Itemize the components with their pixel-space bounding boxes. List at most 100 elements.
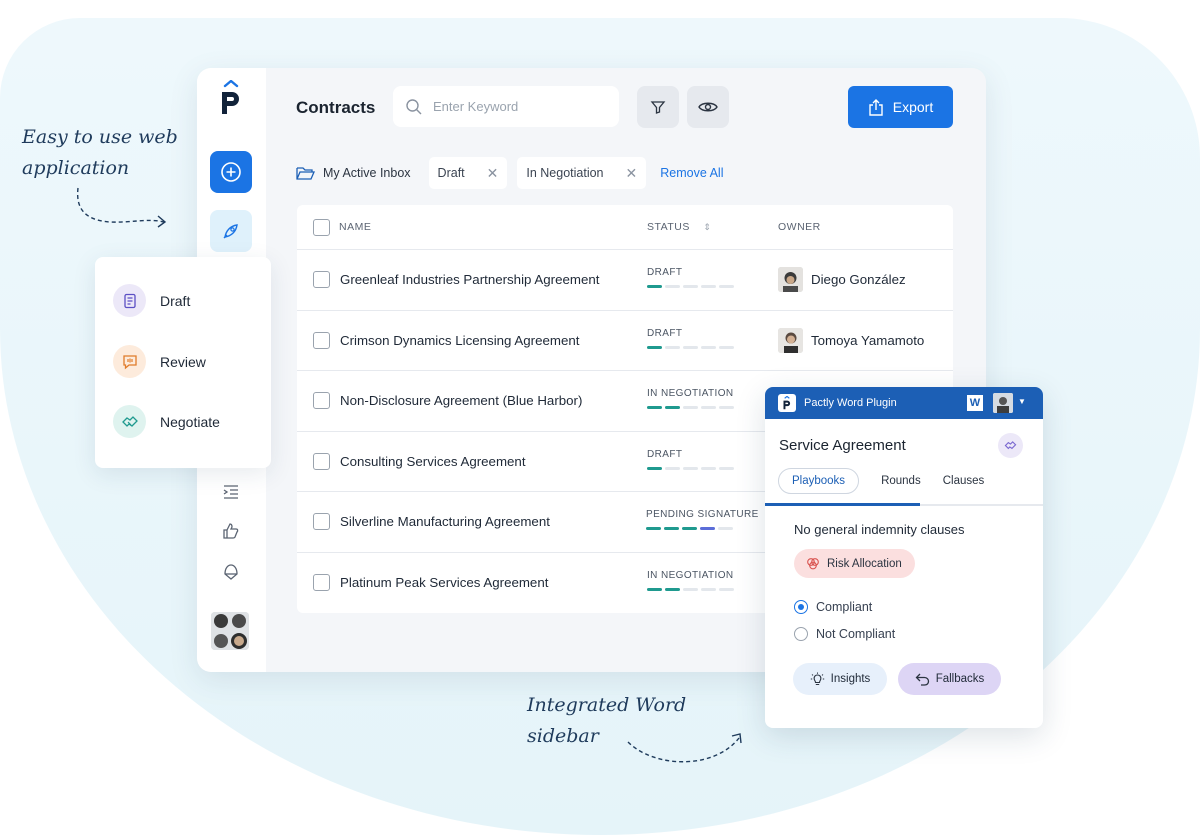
- progress-segment: [683, 587, 698, 591]
- row-checkbox[interactable]: [313, 452, 330, 470]
- progress-segment: [647, 466, 662, 470]
- menu-item-draft[interactable]: Draft: [113, 284, 190, 317]
- row-checkbox[interactable]: [313, 574, 330, 592]
- search-input[interactable]: [433, 99, 603, 114]
- option-not-compliant[interactable]: Not Compliant: [794, 627, 895, 641]
- inbox-selector[interactable]: My Active Inbox: [296, 166, 411, 181]
- progress-segment: [701, 587, 716, 591]
- filter-button[interactable]: [637, 86, 679, 128]
- plugin-header: Pactly Word Plugin W ▼: [765, 387, 1043, 419]
- contract-name[interactable]: Silverline Manufacturing Agreement: [340, 514, 550, 529]
- menu-item-label: Negotiate: [160, 413, 220, 430]
- menu-item-label: Review: [160, 353, 206, 370]
- menu-item-label: Draft: [160, 292, 191, 309]
- user-avatar[interactable]: [211, 612, 249, 650]
- table-header: NAME STATUS ⇕ OWNER: [297, 205, 953, 250]
- user-avatar[interactable]: [993, 393, 1013, 413]
- insights-button[interactable]: Insights: [793, 663, 887, 695]
- annotation-line: application: [22, 157, 130, 179]
- status-label: DRAFT: [647, 327, 683, 339]
- table-row[interactable]: Greenleaf Industries Partnership Agreeme…: [297, 250, 953, 311]
- filter-chip-in-negotiation: In Negotiation ✕: [517, 157, 647, 189]
- launch-button[interactable]: [210, 210, 252, 252]
- row-checkbox[interactable]: [313, 392, 330, 410]
- contract-name[interactable]: Platinum Peak Services Agreement: [340, 575, 548, 590]
- option-compliant[interactable]: Compliant: [794, 600, 872, 614]
- radio-button[interactable]: [794, 627, 808, 641]
- page-title: Contracts: [296, 98, 376, 117]
- select-all-checkbox[interactable]: [313, 218, 330, 236]
- close-icon[interactable]: ✕: [626, 165, 638, 182]
- menu-item-review[interactable]: Review: [113, 345, 206, 378]
- row-checkbox[interactable]: [313, 271, 330, 289]
- progress-segment: [665, 406, 680, 409]
- status-progress: [646, 527, 759, 530]
- export-label: Export: [892, 99, 934, 115]
- progress-segment: [682, 527, 697, 530]
- tab-clauses[interactable]: Clauses: [943, 475, 985, 487]
- filter-icon: [650, 101, 666, 114]
- remove-all-link[interactable]: Remove All: [660, 166, 723, 180]
- progress-segment: [683, 285, 698, 288]
- chevron-down-icon[interactable]: ▼: [1018, 397, 1026, 406]
- dashed-arrow-icon: [627, 733, 742, 763]
- status-cell: PENDING SIGNATURE: [646, 509, 759, 530]
- risk-label: Risk Allocation: [827, 557, 902, 570]
- handshake-icon: [1004, 441, 1017, 450]
- tab-rounds[interactable]: Rounds: [881, 475, 921, 487]
- menu-item-negotiate[interactable]: Negotiate: [113, 405, 220, 438]
- column-header-owner[interactable]: OWNER: [778, 221, 821, 233]
- status-progress: [647, 285, 734, 288]
- lightbulb-icon: [810, 672, 824, 685]
- progress-segment: [647, 285, 662, 288]
- close-icon[interactable]: ✕: [487, 165, 499, 182]
- status-cell: IN NEGOTIATION: [647, 388, 734, 409]
- column-header-name[interactable]: NAME: [339, 221, 371, 233]
- progress-segment: [665, 587, 680, 591]
- insights-label: Insights: [830, 673, 871, 685]
- filter-bar: My Active Inbox Draft ✕ In Negotiation ✕…: [296, 157, 723, 189]
- new-contract-button[interactable]: [210, 151, 252, 193]
- contract-name[interactable]: Non-Disclosure Agreement (Blue Harbor): [340, 393, 582, 408]
- column-header-label: STATUS: [647, 221, 690, 233]
- fallbacks-button[interactable]: Fallbacks: [898, 663, 1001, 695]
- progress-segment: [701, 406, 716, 409]
- sort-icon[interactable]: ⇕: [703, 222, 711, 232]
- risk-allocation-tag[interactable]: Risk Allocation: [794, 549, 915, 578]
- status-label: IN NEGOTIATION: [647, 388, 734, 399]
- progress-segment: [719, 406, 734, 409]
- progress-segment: [718, 527, 733, 530]
- thumbs-up-icon[interactable]: [221, 521, 241, 541]
- search-box[interactable]: [393, 86, 619, 127]
- progress-segment: [719, 345, 734, 349]
- progress-segment: [665, 285, 680, 288]
- progress-segment: [665, 466, 680, 470]
- column-header-status[interactable]: STATUS ⇕: [647, 221, 711, 233]
- chip-label: Draft: [437, 166, 465, 180]
- support-icon[interactable]: [221, 562, 241, 582]
- handshake-button[interactable]: [998, 433, 1023, 458]
- owner-cell: Diego González: [778, 267, 906, 293]
- progress-segment: [719, 587, 734, 591]
- progress-segment: [701, 466, 716, 470]
- radio-button[interactable]: [794, 600, 808, 614]
- annotation-web-app: Easy to use web application: [22, 122, 178, 184]
- contract-name[interactable]: Consulting Services Agreement: [340, 454, 526, 469]
- row-checkbox[interactable]: [313, 513, 330, 531]
- status-label: PENDING SIGNATURE: [646, 509, 759, 520]
- status-cell: IN NEGOTIATION: [647, 570, 734, 591]
- tab-playbooks[interactable]: Playbooks: [778, 468, 860, 494]
- status-label: IN NEGOTIATION: [647, 569, 734, 581]
- contract-name[interactable]: Crimson Dynamics Licensing Agreement: [340, 333, 579, 348]
- indent-list-icon[interactable]: [221, 482, 241, 502]
- document-icon: [113, 284, 146, 317]
- progress-segment: [700, 527, 715, 530]
- status-progress: [647, 406, 734, 409]
- export-button[interactable]: Export: [848, 86, 953, 128]
- progress-segment: [701, 345, 716, 349]
- view-button[interactable]: [687, 86, 729, 128]
- option-label: Compliant: [816, 600, 873, 614]
- contract-name[interactable]: Greenleaf Industries Partnership Agreeme…: [340, 272, 599, 287]
- table-row[interactable]: Crimson Dynamics Licensing Agreement DRA…: [297, 311, 953, 371]
- row-checkbox[interactable]: [313, 331, 330, 349]
